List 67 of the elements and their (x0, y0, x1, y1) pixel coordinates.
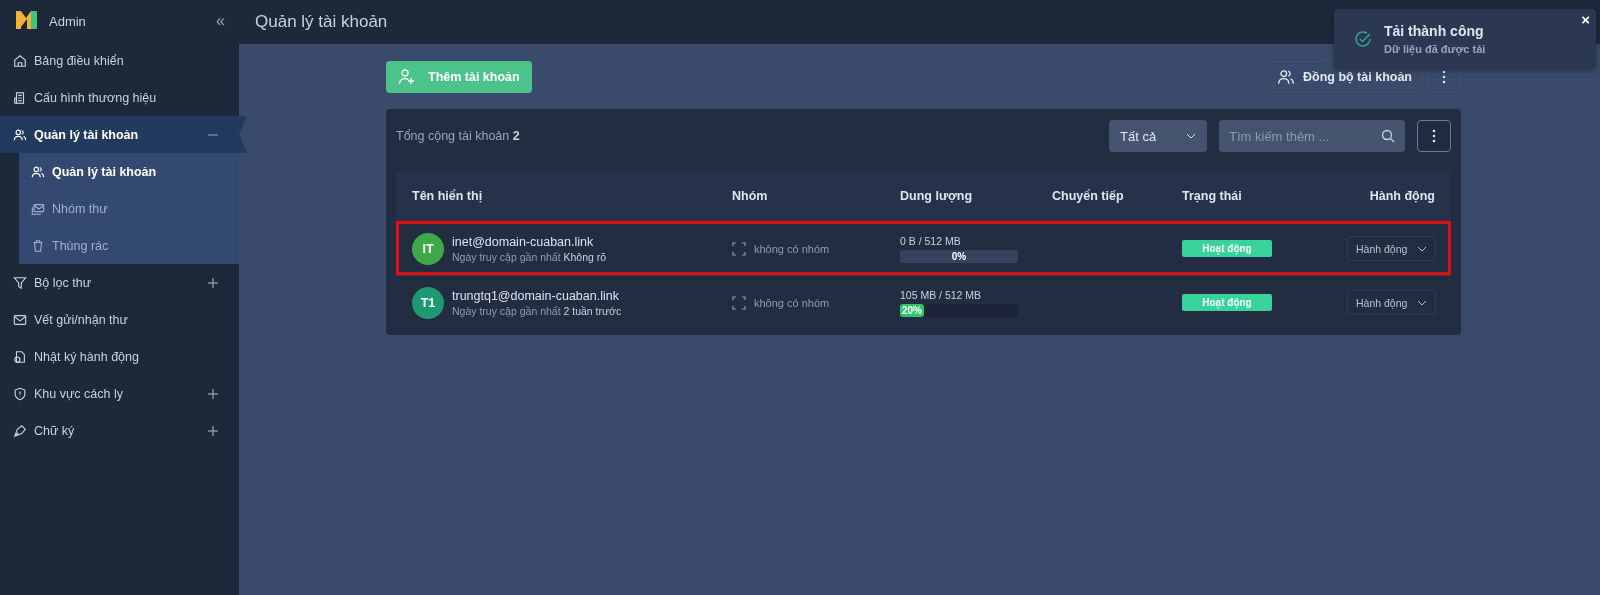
column-header: Hành động (1368, 189, 1435, 203)
pen-icon (13, 423, 27, 438)
search-icon (1381, 129, 1395, 143)
submenu-item[interactable]: Thùng rác (19, 227, 239, 264)
nav-item[interactable]: Bảng điều khiển (0, 42, 239, 79)
group-text: không có nhóm (754, 242, 830, 255)
avatar: IT (412, 232, 444, 265)
collapse-button[interactable]: « (216, 12, 225, 30)
chevron-down-icon (1186, 133, 1196, 139)
toast-message: Dữ liệu đã được tải (1384, 43, 1486, 55)
log-icon (13, 349, 27, 364)
account-email: inet@domain-cuaban.link (452, 234, 595, 249)
building-icon (13, 90, 27, 105)
filter-icon (13, 275, 27, 290)
frame-icon (732, 241, 746, 256)
nav-item[interactable]: Khu vực cách ly (0, 375, 239, 412)
status-badge: Hoạt động (1182, 240, 1272, 257)
more-icon (1442, 70, 1446, 84)
brand-name: Admin (49, 13, 87, 29)
usage-percent: 20% (902, 304, 922, 316)
account-email: trungtq1@domain-cuaban.link (452, 288, 620, 303)
chevron-down-icon (1417, 245, 1428, 252)
chevron-down-icon (1417, 299, 1428, 306)
total-count: Tổng cộng tài khoản 2 (396, 129, 520, 143)
users-icon (31, 164, 45, 179)
table-row[interactable]: IT inet@domain-cuaban.link Ngày truy cập gần nhất Không rõ không có nhóm 0 B / 512 MB 0% Hoạt động Hành động (396, 221, 1451, 275)
last-access: Ngày truy cập gần nhất 2 tuần trước (452, 304, 622, 317)
submenu-item[interactable]: Quản lý tài khoản (19, 153, 239, 190)
nav-item[interactable]: Quản lý tài khoản (0, 116, 247, 153)
action-dropdown[interactable]: Hành động (1347, 290, 1437, 315)
nav-item[interactable]: Cấu hình thương hiệu (0, 79, 239, 116)
page-title: Quản lý tài khoản (255, 12, 388, 32)
usage-text: 105 MB / 512 MB (900, 288, 983, 301)
close-button[interactable]: × (1581, 11, 1590, 28)
nav-item[interactable]: Nhật ký hành động (0, 338, 239, 375)
table-row[interactable]: T1 trungtq1@domain-cuaban.link Ngày truy cập gần nhất 2 tuần trước không có nhóm 105 MB / 512 MB 20% Hoạt động Hành động (396, 275, 1451, 329)
nav-item[interactable]: Bộ lọc thư (0, 264, 239, 301)
nav-item[interactable]: Chữ ký (0, 412, 239, 449)
home-icon (13, 53, 27, 68)
column-header: Tên hiển thị (412, 189, 484, 203)
users-icon (13, 127, 27, 142)
trash-icon (31, 238, 45, 253)
check-circle-icon (1354, 30, 1372, 48)
more-icon (1432, 129, 1436, 143)
submenu-item[interactable]: Nhóm thư (19, 190, 239, 227)
more-button[interactable] (1417, 120, 1451, 152)
column-header: Trạng thái (1182, 189, 1243, 203)
users-icon (1276, 68, 1295, 86)
column-header: Chuyển tiếp (1052, 189, 1125, 203)
last-access: Ngày truy cập gần nhất Không rõ (452, 250, 607, 263)
shield-icon (13, 386, 27, 401)
mail-icon (13, 312, 27, 327)
mailbox-icon (31, 201, 45, 216)
filter-dropdown[interactable]: Tất cả (1109, 120, 1207, 152)
action-dropdown[interactable]: Hành động (1347, 236, 1437, 261)
status-badge: Hoạt động (1182, 294, 1272, 311)
usage-percent: 0% (951, 250, 967, 262)
toast-title: Tải thành công (1384, 23, 1485, 39)
search-field[interactable]: Tìm kiếm thêm ... (1219, 120, 1405, 152)
frame-icon (732, 295, 746, 310)
group-text: không có nhóm (754, 296, 830, 309)
usage-text: 0 B / 512 MB (900, 234, 962, 247)
avatar: T1 (412, 286, 444, 319)
column-header: Dung lượng (900, 189, 974, 203)
column-header: Nhóm (732, 189, 769, 203)
nav-item[interactable]: Vết gửi/nhận thư (0, 301, 239, 338)
add-user-icon (398, 68, 416, 86)
